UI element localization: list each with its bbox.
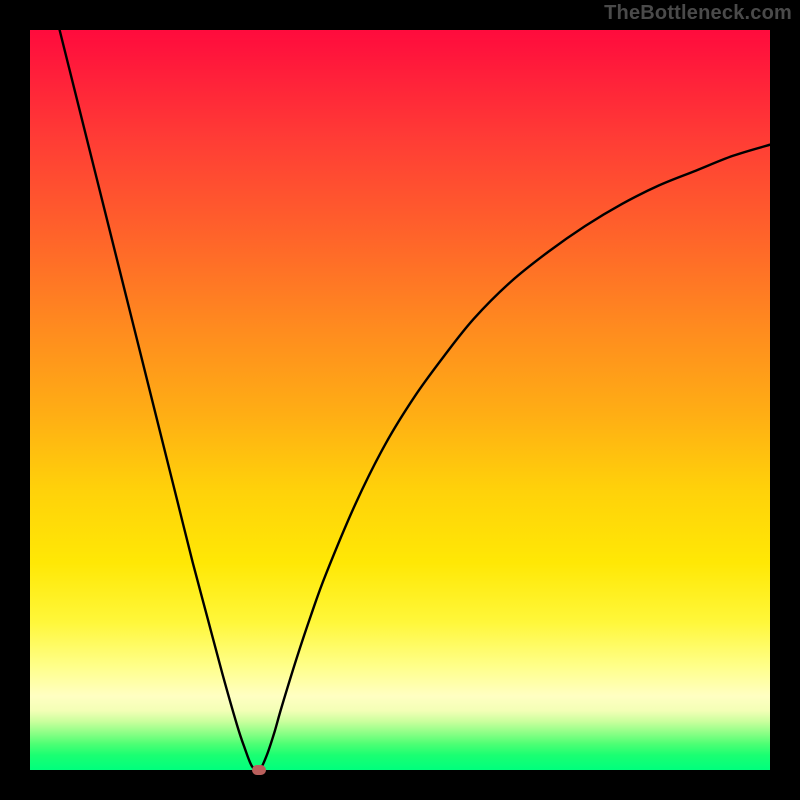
watermark-text: TheBottleneck.com [604, 2, 792, 25]
minimum-point-marker [252, 765, 266, 775]
bottleneck-curve [60, 30, 770, 770]
plot-area [30, 30, 770, 770]
curve-svg [30, 30, 770, 770]
chart-frame: TheBottleneck.com [0, 0, 800, 800]
